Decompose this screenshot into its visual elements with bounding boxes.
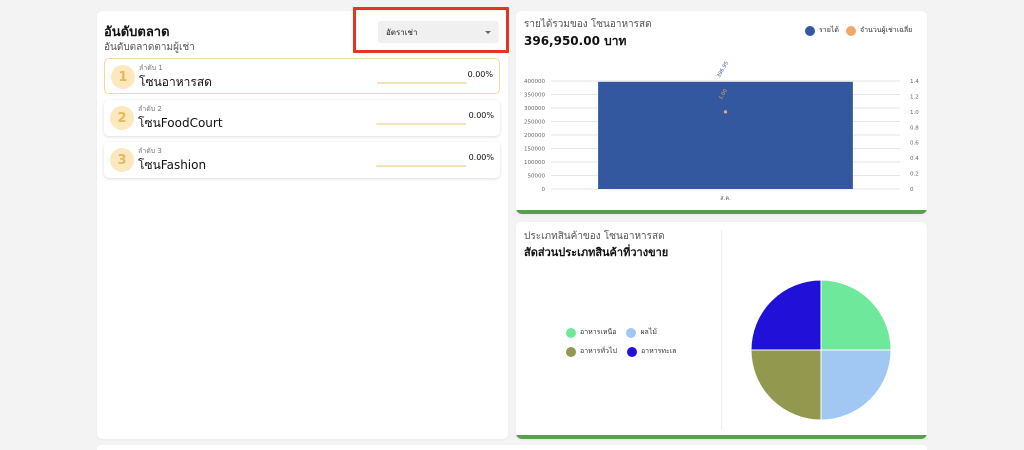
y-left-tick-label: 300000: [524, 106, 545, 112]
category-subtitle: ประเภทสินค้าของ โซนอาหารสด: [524, 231, 665, 242]
rank-progress-bar: [376, 165, 466, 167]
pie-legend-item[interactable]: อาหารเหนือ: [566, 327, 616, 338]
rank-progress-bar: [377, 82, 467, 84]
ranking-item-1[interactable]: 1 ลำดับ 1 โซนอาหารสด 0.00%: [104, 58, 500, 94]
chevron-down-icon: [485, 30, 491, 34]
legend-dot: [566, 346, 576, 357]
category-pie-chart: [750, 279, 892, 421]
pie-slice[interactable]: [750, 279, 822, 351]
pie-slice[interactable]: [820, 349, 892, 421]
pie-slice[interactable]: [750, 349, 822, 421]
legend-dot-tenants: [846, 25, 856, 36]
pie-legend-item[interactable]: อาหารทะเล: [626, 346, 677, 357]
pie-slice[interactable]: [820, 279, 892, 351]
divider: [721, 230, 722, 430]
pie-legend-label: อาหารเหนือ: [580, 328, 617, 336]
y-right-tick-label: 0.8: [910, 125, 919, 131]
legend-revenue-label: รายได้: [819, 26, 839, 34]
legend-dot: [626, 327, 637, 338]
pie-legend-label: อาหารทั่วไป: [580, 347, 617, 355]
rank-name: โซนFashion: [138, 158, 207, 172]
y-left-tick-label: 350000: [524, 93, 545, 99]
pie-legend-label: อาหารทะเล: [640, 347, 677, 355]
market-ranking-card: อันดับตลาด อันดับตลาดตามผู้เช่า อัตราเช่…: [97, 11, 508, 439]
y-left-tick-label: 150000: [524, 147, 545, 153]
rank-name: โซนFoodCourt: [138, 116, 223, 130]
revenue-title: รายได้รวมของ โซนอาหารสด: [524, 19, 652, 30]
category-title: สัดส่วนประเภทสินค้าที่วางขาย: [524, 246, 669, 259]
point-tenants[interactable]: [723, 110, 728, 114]
rank-badge: 2: [110, 106, 134, 130]
y-right-tick-label: 1.2: [910, 94, 919, 100]
revenue-bar-chart: 0 50000 100000 150000 200000 250000 300000 3500…: [524, 61, 919, 202]
bar-revenue[interactable]: [598, 81, 853, 189]
y-left-tick-label: 250000: [524, 120, 545, 126]
y-right-tick-label: 0.6: [910, 141, 919, 147]
legend-tenants[interactable]: จำนวนผู้เช่าเฉลี่ย: [846, 25, 912, 36]
x-tick-label: ส.ค.: [720, 195, 731, 202]
ranking-sort-select[interactable]: อัตราเช่า: [378, 21, 499, 43]
pie-legend-item[interactable]: ผลไม้: [626, 327, 657, 338]
y-right-tick-label: 1.4: [910, 79, 919, 85]
rank-percent: 0.00%: [468, 111, 494, 120]
revenue-chart-card: รายได้รวมของ โซนอาหารสด 396,950.00 บาท ร…: [516, 11, 927, 214]
ranking-subtitle: อันดับตลาดตามผู้เช่า: [104, 42, 195, 53]
ranking-title: อันดับตลาด: [104, 25, 170, 40]
ranking-item-3[interactable]: 3 ลำดับ 3 โซนFashion 0.00%: [104, 142, 500, 178]
rank-badge: 3: [110, 148, 134, 172]
data-label-revenue: 396.95: [716, 61, 730, 79]
rank-badge: 1: [111, 65, 135, 89]
rank-percent: 0.00%: [467, 70, 493, 79]
rank-percent: 0.00%: [468, 153, 494, 162]
legend-dot: [626, 346, 637, 357]
card-accent-strip: [516, 435, 927, 439]
card-accent-strip: [516, 210, 927, 214]
ranking-item-2[interactable]: 2 ลำดับ 2 โซนFoodCourt 0.00%: [104, 100, 500, 136]
next-card-edge: [97, 445, 927, 450]
y-right-tick-label: 1.0: [910, 110, 919, 116]
legend-dot-revenue: [805, 25, 815, 36]
legend-tenants-label: จำนวนผู้เช่าเฉลี่ย: [860, 26, 913, 34]
revenue-total: 396,950.00 บาท: [524, 34, 627, 48]
y-left-tick-label: 0: [542, 187, 546, 193]
category-chart-card: ประเภทสินค้าของ โซนอาหารสด สัดส่วนประเภท…: [516, 222, 927, 439]
y-left-tick-label: 200000: [524, 133, 545, 139]
legend-dot: [566, 327, 576, 338]
y-right-tick-label: 0.4: [910, 156, 919, 162]
rank-name: โซนอาหารสด: [139, 75, 212, 89]
pie-legend-label: ผลไม้: [640, 328, 657, 336]
legend-revenue[interactable]: รายได้: [805, 25, 839, 36]
pie-legend: อาหารเหนือ ผลไม้ อาหารทั่วไป อาหารทะเล: [566, 327, 676, 365]
y-left-tick-label: 100000: [524, 160, 545, 166]
y-left-tick-label: 50000: [528, 174, 546, 180]
y-right-tick-label: 0.2: [910, 172, 919, 178]
ranking-sort-value: อัตราเช่า: [386, 27, 418, 37]
pie-legend-item[interactable]: อาหารทั่วไป: [566, 346, 617, 357]
y-left-tick-label: 400000: [524, 79, 545, 85]
rank-progress-bar: [376, 123, 466, 125]
y-right-tick-label: 0: [910, 187, 914, 193]
